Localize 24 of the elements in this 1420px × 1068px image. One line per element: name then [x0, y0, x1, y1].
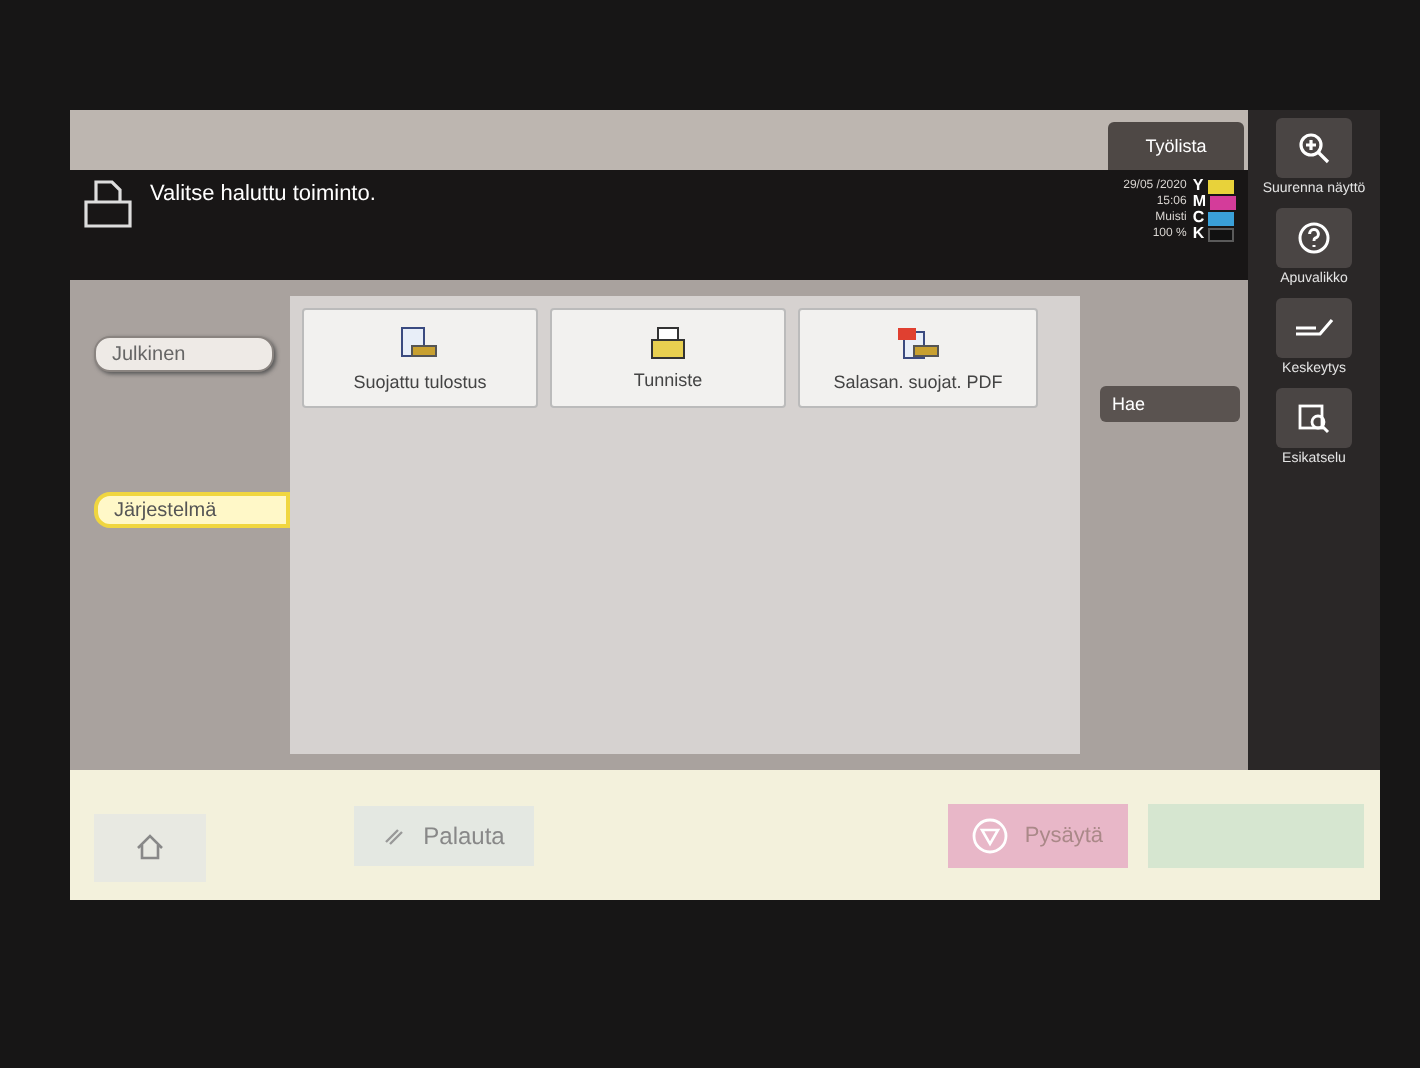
function-tile[interactable]: Salasan. suojat. PDF: [798, 308, 1038, 408]
start-button[interactable]: [1148, 803, 1364, 867]
toner-letter: C: [1192, 210, 1205, 226]
category-tab[interactable]: Julkinen: [94, 336, 274, 372]
home-icon: [136, 834, 164, 860]
category-tab[interactable]: Järjestelmä: [94, 492, 290, 528]
zoom-in-icon: [1298, 132, 1330, 164]
document-key-icon: [400, 325, 440, 361]
instruction-text: Valitse haluttu toiminto.: [150, 180, 378, 206]
search-button[interactable]: Hae: [1100, 386, 1240, 422]
stop-icon: [972, 817, 1009, 853]
job-list-tab[interactable]: Työlista: [1108, 122, 1244, 170]
toner-letter: M: [1192, 194, 1206, 210]
home-button[interactable]: [94, 813, 206, 881]
help-icon: [1298, 222, 1330, 254]
pdf-key-icon: [896, 325, 940, 361]
toner-letter: K: [1192, 226, 1205, 242]
printer-icon: [650, 326, 686, 360]
preview-icon: [1298, 402, 1330, 434]
printer-outline-icon: [82, 178, 134, 230]
slash-icon: [383, 825, 404, 845]
toner-letter: Y: [1192, 178, 1204, 194]
function-tile[interactable]: Tunniste: [550, 308, 786, 408]
function-tile[interactable]: Suojattu tulostus: [302, 308, 538, 408]
